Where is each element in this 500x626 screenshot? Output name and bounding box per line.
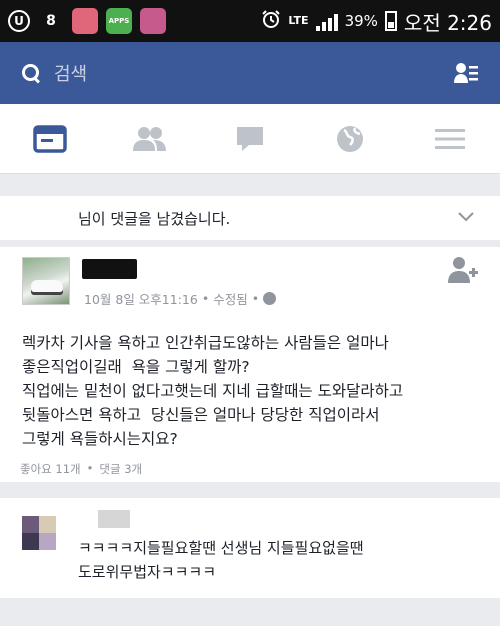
globe-icon — [337, 125, 363, 152]
comment-text: ㅋㅋㅋㅋ지들필요할땐 선생님 지들필요없을땐 도로위무법자ㅋㅋㅋㅋ — [78, 539, 364, 581]
edited-label[interactable]: 수정됨 — [213, 289, 248, 308]
media-app-icon — [140, 8, 166, 34]
search-input[interactable]: 검색 — [54, 60, 87, 86]
likes-count[interactable]: 좋아요 11개 — [20, 461, 81, 477]
menu-icon — [435, 128, 465, 149]
battery-percent: 39% — [344, 12, 378, 30]
tab-friends[interactable] — [120, 114, 180, 164]
game-app-icon: 8 — [46, 13, 56, 29]
tab-news-feed[interactable] — [20, 114, 80, 164]
network-type: LTE — [288, 14, 309, 27]
post-card: 10월 8일 오후11:16 • 수정됨 • 렉카차 기사을 욕하고 인간취급도… — [0, 247, 500, 482]
comment-item: ㅋㅋㅋㅋ지들필요할땐 선생님 지들필요없을땐 도로위무법자ㅋㅋㅋㅋ — [0, 498, 500, 598]
redacted-author-name[interactable] — [82, 259, 137, 279]
tab-notifications[interactable] — [320, 114, 380, 164]
system-indicators: LTE 39% 오전 2:26 — [261, 7, 492, 36]
post-stats: 좋아요 11개 • 댓글 3개 — [20, 461, 142, 477]
messages-icon — [237, 126, 263, 151]
meta-separator: • — [201, 291, 210, 306]
nav-tabs — [0, 104, 500, 174]
signal-icon — [315, 11, 338, 31]
tab-messages[interactable] — [220, 114, 280, 164]
brain-app-icon — [72, 8, 98, 34]
meta-separator: • — [251, 291, 260, 306]
chevron-down-icon[interactable] — [458, 208, 474, 226]
post-timestamp[interactable]: 10월 8일 오후11:16 — [84, 289, 198, 308]
apps-app-icon: APPS — [106, 8, 132, 34]
comment-notice[interactable]: 님이 댓글을 남겼습니다. — [0, 196, 500, 240]
friends-icon — [133, 126, 166, 151]
meta-separator: • — [86, 461, 94, 475]
u-app-icon: U — [8, 10, 30, 32]
friend-requests-icon[interactable] — [454, 62, 478, 84]
notice-text: 님이 댓글을 남겼습니다. — [78, 209, 231, 228]
redacted-commenter-name[interactable] — [98, 510, 130, 528]
status-bar: U 8 APPS LTE 39% 오전 2:26 — [0, 0, 500, 42]
add-friend-icon[interactable] — [448, 255, 478, 289]
avatar[interactable] — [22, 257, 70, 305]
search-icon[interactable] — [22, 64, 40, 82]
post-meta: 10월 8일 오후11:16 • 수정됨 • — [84, 289, 277, 308]
privacy-globe-icon — [263, 292, 277, 305]
comments-count[interactable]: 댓글 3개 — [99, 461, 142, 477]
tab-more[interactable] — [420, 114, 480, 164]
search-header: 검색 — [0, 42, 500, 104]
battery-icon — [384, 11, 397, 31]
post-text: 렉카차 기사을 욕하고 인간취급도않하는 사람들은 얼마나 좋은직업이길래 욕을… — [22, 334, 404, 448]
commenter-avatar[interactable] — [22, 516, 56, 550]
alarm-icon — [261, 9, 281, 34]
clock: 오전 2:26 — [403, 10, 492, 35]
notification-icons: U 8 APPS — [8, 8, 166, 34]
news-feed-icon — [33, 124, 67, 153]
